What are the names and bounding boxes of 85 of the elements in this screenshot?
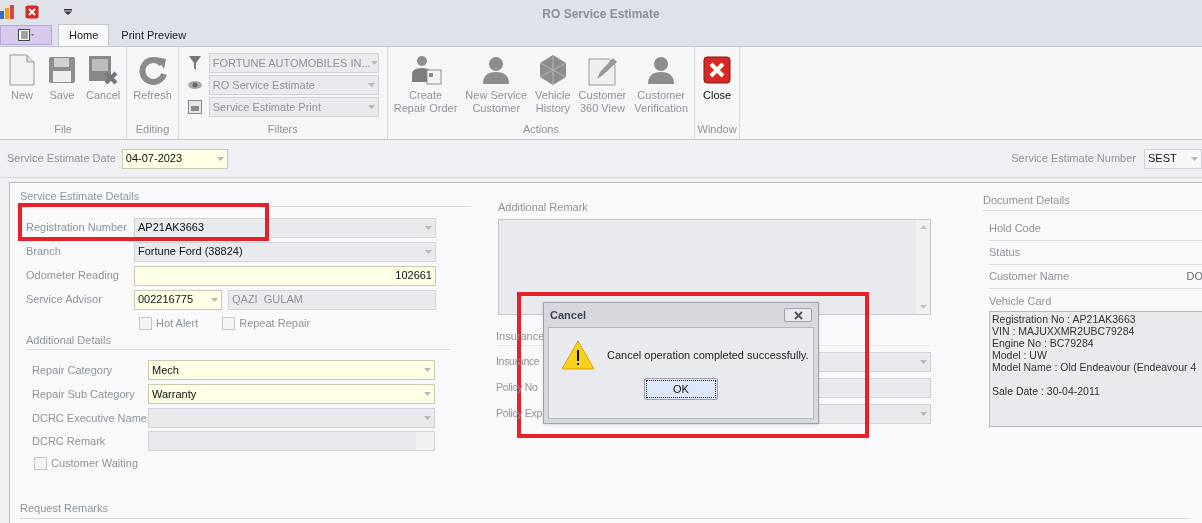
dropdown-field[interactable]: 002216775 — [134, 289, 222, 310]
dropdown-caret-icon — [920, 360, 927, 364]
dropdown-field[interactable]: AP21AK3663 — [134, 217, 436, 238]
window-title: RO Service Estimate — [542, 6, 660, 23]
dropdown-field[interactable] — [148, 408, 435, 428]
dropdown-field[interactable]: Mech — [148, 360, 435, 380]
dropdown-caret-icon — [424, 368, 431, 372]
dropdown-caret-icon — [64, 9, 72, 15]
section-title: Document Details — [983, 192, 1202, 211]
refresh-icon — [137, 55, 168, 85]
ribbon-group-label: Filters — [266, 122, 299, 137]
ribbon-group-label: Window — [696, 122, 738, 137]
dropdown-caret-icon — [370, 61, 378, 65]
page-icon — [9, 54, 35, 86]
application-menu-button[interactable] — [0, 25, 52, 45]
section-title: Additional Details — [26, 331, 451, 350]
field-label: DCRC Executive Name — [32, 410, 148, 426]
filter-dropdown[interactable]: RO Service Estimate — [208, 75, 379, 95]
number-field[interactable]: 102661 — [134, 265, 436, 286]
filter-dropdown[interactable]: Service Estimate Print — [208, 97, 379, 117]
ok-button[interactable]: OK — [644, 378, 718, 400]
field-label: Additional Remark — [498, 200, 589, 215]
funnel-icon — [187, 55, 202, 71]
dropdown-caret-icon — [211, 297, 218, 302]
dropdown-value: FORTUNE AUTOMOBILES IN... — [212, 55, 371, 71]
vehicle-card-field[interactable]: Registration No : AP21AK3663 VIN : MAJUXXMR2UBC79284 Engine No : BC79284 Model : UW Model Name : Old Endeavour (Endeavour 4 Sale Date : 30-04-2011 — [989, 311, 1202, 427]
dropdown-field[interactable]: Warranty — [148, 384, 435, 404]
print-preview-icon — [187, 100, 202, 114]
date-field[interactable]: 04-07-2023 — [121, 148, 228, 169]
field-label: Odometer Reading — [26, 268, 120, 284]
checkbox[interactable]: Customer Waiting — [34, 452, 481, 474]
dropdown-caret-icon — [425, 225, 432, 230]
eye-icon — [186, 80, 203, 90]
filter-dropdown[interactable]: FORTUNE AUTOMOBILES IN... — [208, 53, 379, 73]
dropdown-value: RO Service Estimate — [212, 77, 315, 93]
dropdown-caret-icon — [1191, 156, 1198, 161]
person-icon — [481, 55, 512, 85]
section-title: Request Remarks — [20, 500, 1190, 519]
menu-icon — [18, 29, 34, 41]
field-label: Service Advisor — [26, 292, 103, 308]
close-icon — [703, 56, 732, 84]
ribbon-group-label: Actions — [521, 122, 560, 137]
dropdown-field[interactable]: Fortune Ford (38824) — [134, 241, 436, 262]
cancel-document-icon — [88, 55, 119, 85]
ribbon-button[interactable]: Close — [697, 53, 738, 121]
text-field[interactable]: QAZI GULAM — [228, 289, 436, 310]
ribbon-group-label: File — [53, 122, 73, 137]
mechanic-icon — [409, 54, 442, 86]
field-label: Registration Number — [26, 220, 128, 236]
close-icon — [25, 5, 39, 19]
dropdown-caret-icon — [920, 412, 927, 416]
close-icon — [793, 310, 803, 320]
dropdown-caret-icon — [216, 156, 224, 161]
person-icon — [646, 55, 677, 85]
ribbon-group-label: Editing — [134, 122, 171, 137]
field-label: Vehicle Card — [989, 293, 1053, 309]
section-title: Service Estimate Details — [20, 188, 471, 207]
checkbox[interactable]: Hot Alert — [139, 315, 199, 332]
dialog-message: Cancel operation completed successfully. — [607, 347, 809, 363]
field-label: Service Estimate Date — [7, 151, 116, 167]
dropdown-caret-icon — [424, 416, 431, 420]
memo-field[interactable] — [148, 431, 435, 451]
field-label: Repair Sub Category — [32, 386, 136, 402]
number-dropdown[interactable]: SEST — [1144, 148, 1202, 169]
field-label: Service Estimate Number — [1011, 151, 1136, 167]
dropdown-caret-icon — [425, 249, 432, 254]
dropdown-caret-icon — [367, 105, 375, 109]
field-value: DO — [1186, 268, 1202, 284]
dropdown-value: Service Estimate Print — [212, 99, 321, 115]
field-label: Status — [989, 244, 1021, 260]
app-icon — [0, 5, 14, 19]
close-button[interactable] — [784, 308, 812, 322]
field-label: DCRC Remark — [32, 433, 107, 449]
dialog-title: Cancel — [550, 307, 587, 323]
checkbox[interactable]: Repeat Repair — [222, 315, 311, 332]
field-label: Customer Name — [989, 268, 1070, 284]
field-label: Repair Category — [32, 362, 114, 378]
hexagon-icon — [537, 54, 568, 86]
ribbon-tab[interactable]: Home — [58, 24, 110, 46]
field-label: Hold Code — [989, 220, 1041, 236]
dropdown-caret-icon — [367, 83, 375, 87]
field-label: Branch — [26, 244, 62, 260]
ribbon-tab[interactable]: Print Preview — [111, 24, 197, 46]
dropdown-caret-icon — [424, 392, 431, 396]
warning-icon — [561, 340, 595, 370]
